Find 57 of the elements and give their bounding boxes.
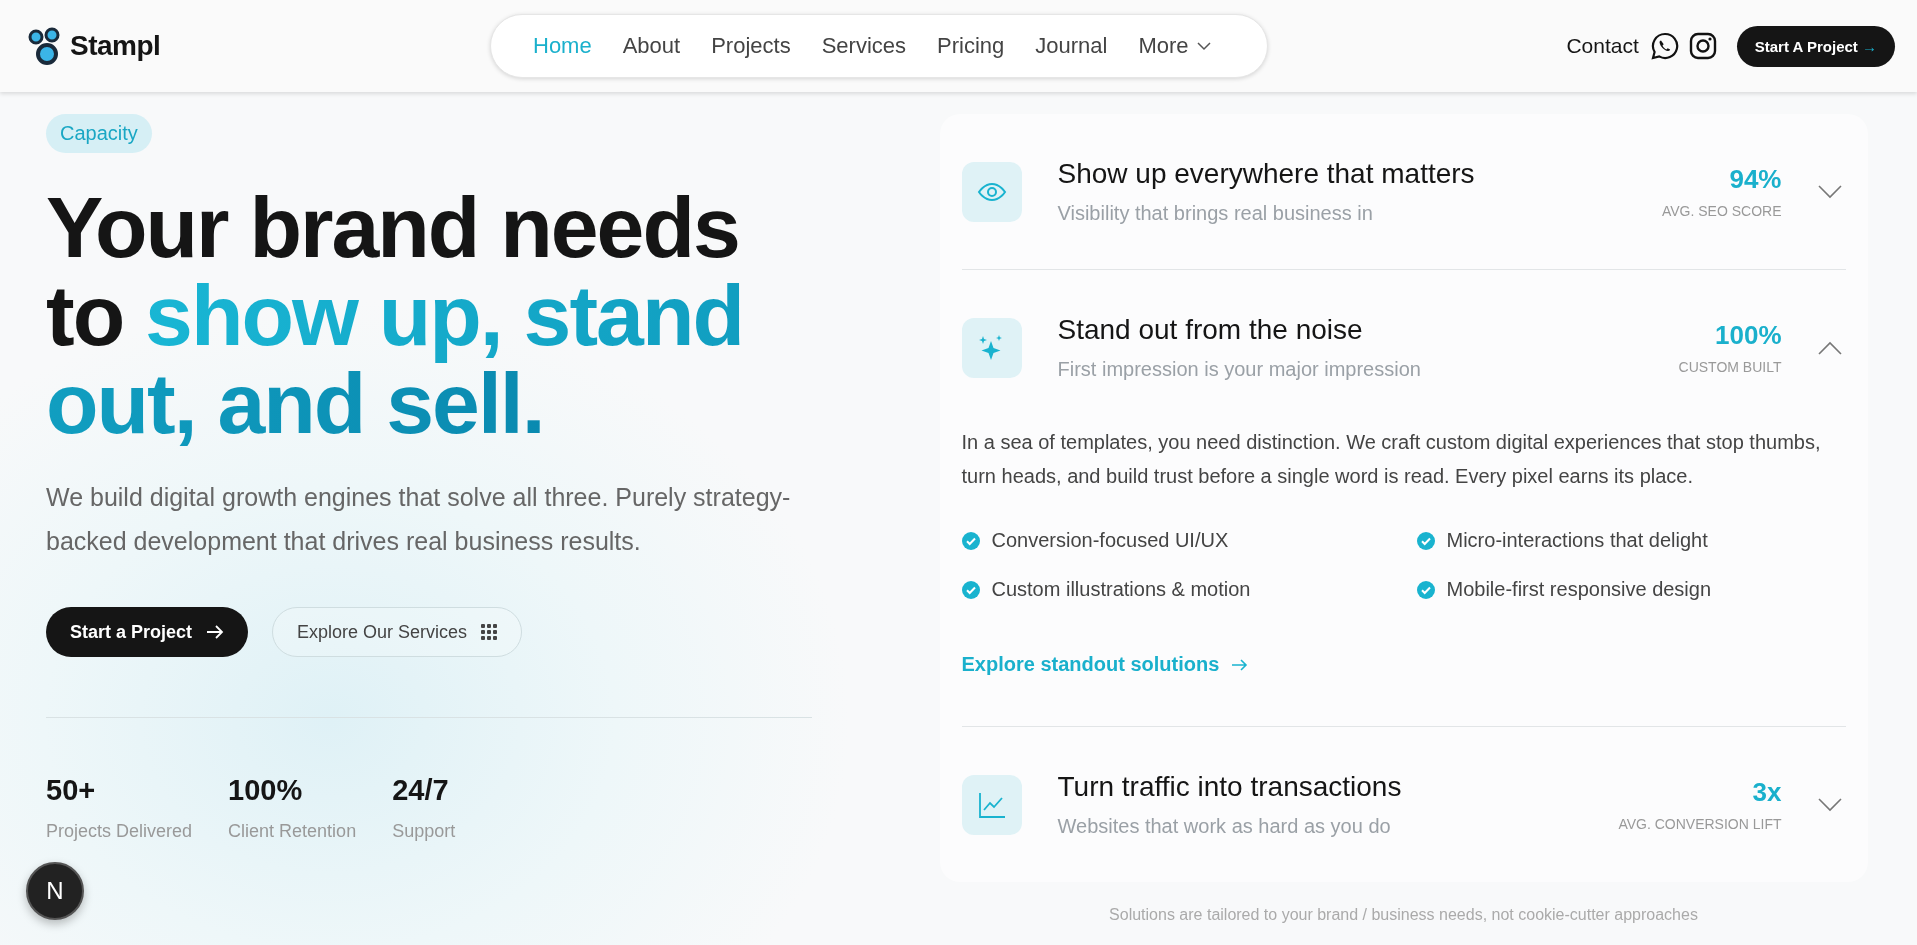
nav-link[interactable]: Journal — [1035, 33, 1108, 59]
nav-link[interactable]: More — [1138, 33, 1211, 59]
stat-label: Support — [392, 821, 456, 842]
metric-label: CUSTOM BUILT — [1678, 359, 1782, 375]
accordion-subtitle: Visibility that brings real business in — [1057, 202, 1374, 225]
nav-link[interactable]: Pricing — [937, 33, 1005, 59]
accordion-header[interactable]: Stand out from the noise First impression is your major impression 100% CUSTOM BUILT — [961, 270, 1846, 425]
accordion-header[interactable]: Turn traffic into transactions Websites that work as hard as you do 3x AVG. CONVERSION LIFT — [961, 727, 1846, 882]
accordion-title: Stand out from the noise — [1057, 314, 1364, 346]
arrow-right-icon — [1231, 658, 1250, 671]
check-circle-icon — [961, 531, 980, 550]
nav-link[interactable]: About — [622, 33, 681, 59]
start-project-button[interactable]: Start A Project → — [1736, 25, 1895, 67]
metric-value: 100% — [1715, 320, 1782, 351]
dev-tools-badge[interactable]: N — [26, 862, 84, 920]
accordion-header[interactable]: Show up everywhere that matters Visibility that brings real business in 94% AVG. SEO SCORE — [961, 114, 1846, 269]
check-circle-icon — [1416, 580, 1435, 599]
grid-icon — [481, 624, 498, 640]
accordion-title: Turn traffic into transactions — [1057, 771, 1403, 803]
check-circle-icon — [1416, 531, 1435, 550]
metric-label: AVG. SEO SCORE — [1661, 203, 1782, 219]
footnote-text: Solutions are tailored to your brand / business needs, not cookie-cutter approaches — [1109, 906, 1698, 924]
contact-link[interactable]: Contact — [1566, 34, 1639, 58]
brand-name[interactable]: Stampl — [70, 30, 161, 62]
accordion-body-text: In a sea of templates, you need distinction. We craft custom digital experiences that stop thumbs, turn heads, and build trust before a single word is read. Every pixel earns its place. — [961, 430, 1822, 489]
accordion-subtitle: First impression is your major impression — [1057, 358, 1422, 381]
stat-value: 50+ — [46, 774, 97, 807]
stat-label: Projects Delivered — [46, 821, 193, 842]
feature-text: Custom illustrations & motion — [991, 578, 1251, 601]
nav-link[interactable]: Services — [821, 33, 907, 59]
stat-value: 100% — [228, 774, 304, 807]
accordion-title: Show up everywhere that matters — [1057, 158, 1476, 190]
feature-text: Conversion-focused UI/UX — [991, 529, 1229, 552]
chat-bubble-phone-icon[interactable] — [1650, 32, 1679, 60]
line-chart-icon — [961, 774, 1022, 835]
sparkles-icon — [961, 317, 1022, 378]
nav-link[interactable]: Projects — [711, 33, 791, 59]
arrow-right-icon — [206, 625, 225, 639]
start-project-button[interactable]: Start a Project — [46, 607, 249, 657]
chevron-up-icon[interactable] — [1817, 340, 1842, 355]
hero-paragraph: We build digital growth engines that solve all three. Purely strategy-backed development that drives real business results. — [46, 482, 791, 557]
stat-label: Client Retention — [228, 821, 357, 842]
section-tag: Capacity — [46, 114, 152, 153]
stat-value: 24/7 — [392, 774, 450, 807]
chevron-down-icon[interactable] — [1196, 41, 1211, 51]
chevron-down-icon[interactable] — [1817, 184, 1842, 199]
metric-label: AVG. CONVERSION LIFT — [1618, 816, 1782, 832]
metric-value: 3x — [1752, 777, 1782, 808]
chevron-down-icon[interactable] — [1817, 797, 1842, 812]
explore-services-button[interactable]: Explore Our Services — [272, 607, 523, 657]
feature-text: Mobile-first responsive design — [1446, 578, 1712, 601]
eye-icon — [961, 161, 1022, 222]
metric-value: 94% — [1729, 164, 1782, 195]
check-circle-icon — [961, 580, 980, 599]
feature-text: Micro-interactions that delight — [1446, 529, 1708, 552]
accordion-subtitle: Websites that work as hard as you do — [1057, 815, 1392, 838]
camera-square-icon[interactable] — [1688, 32, 1717, 60]
